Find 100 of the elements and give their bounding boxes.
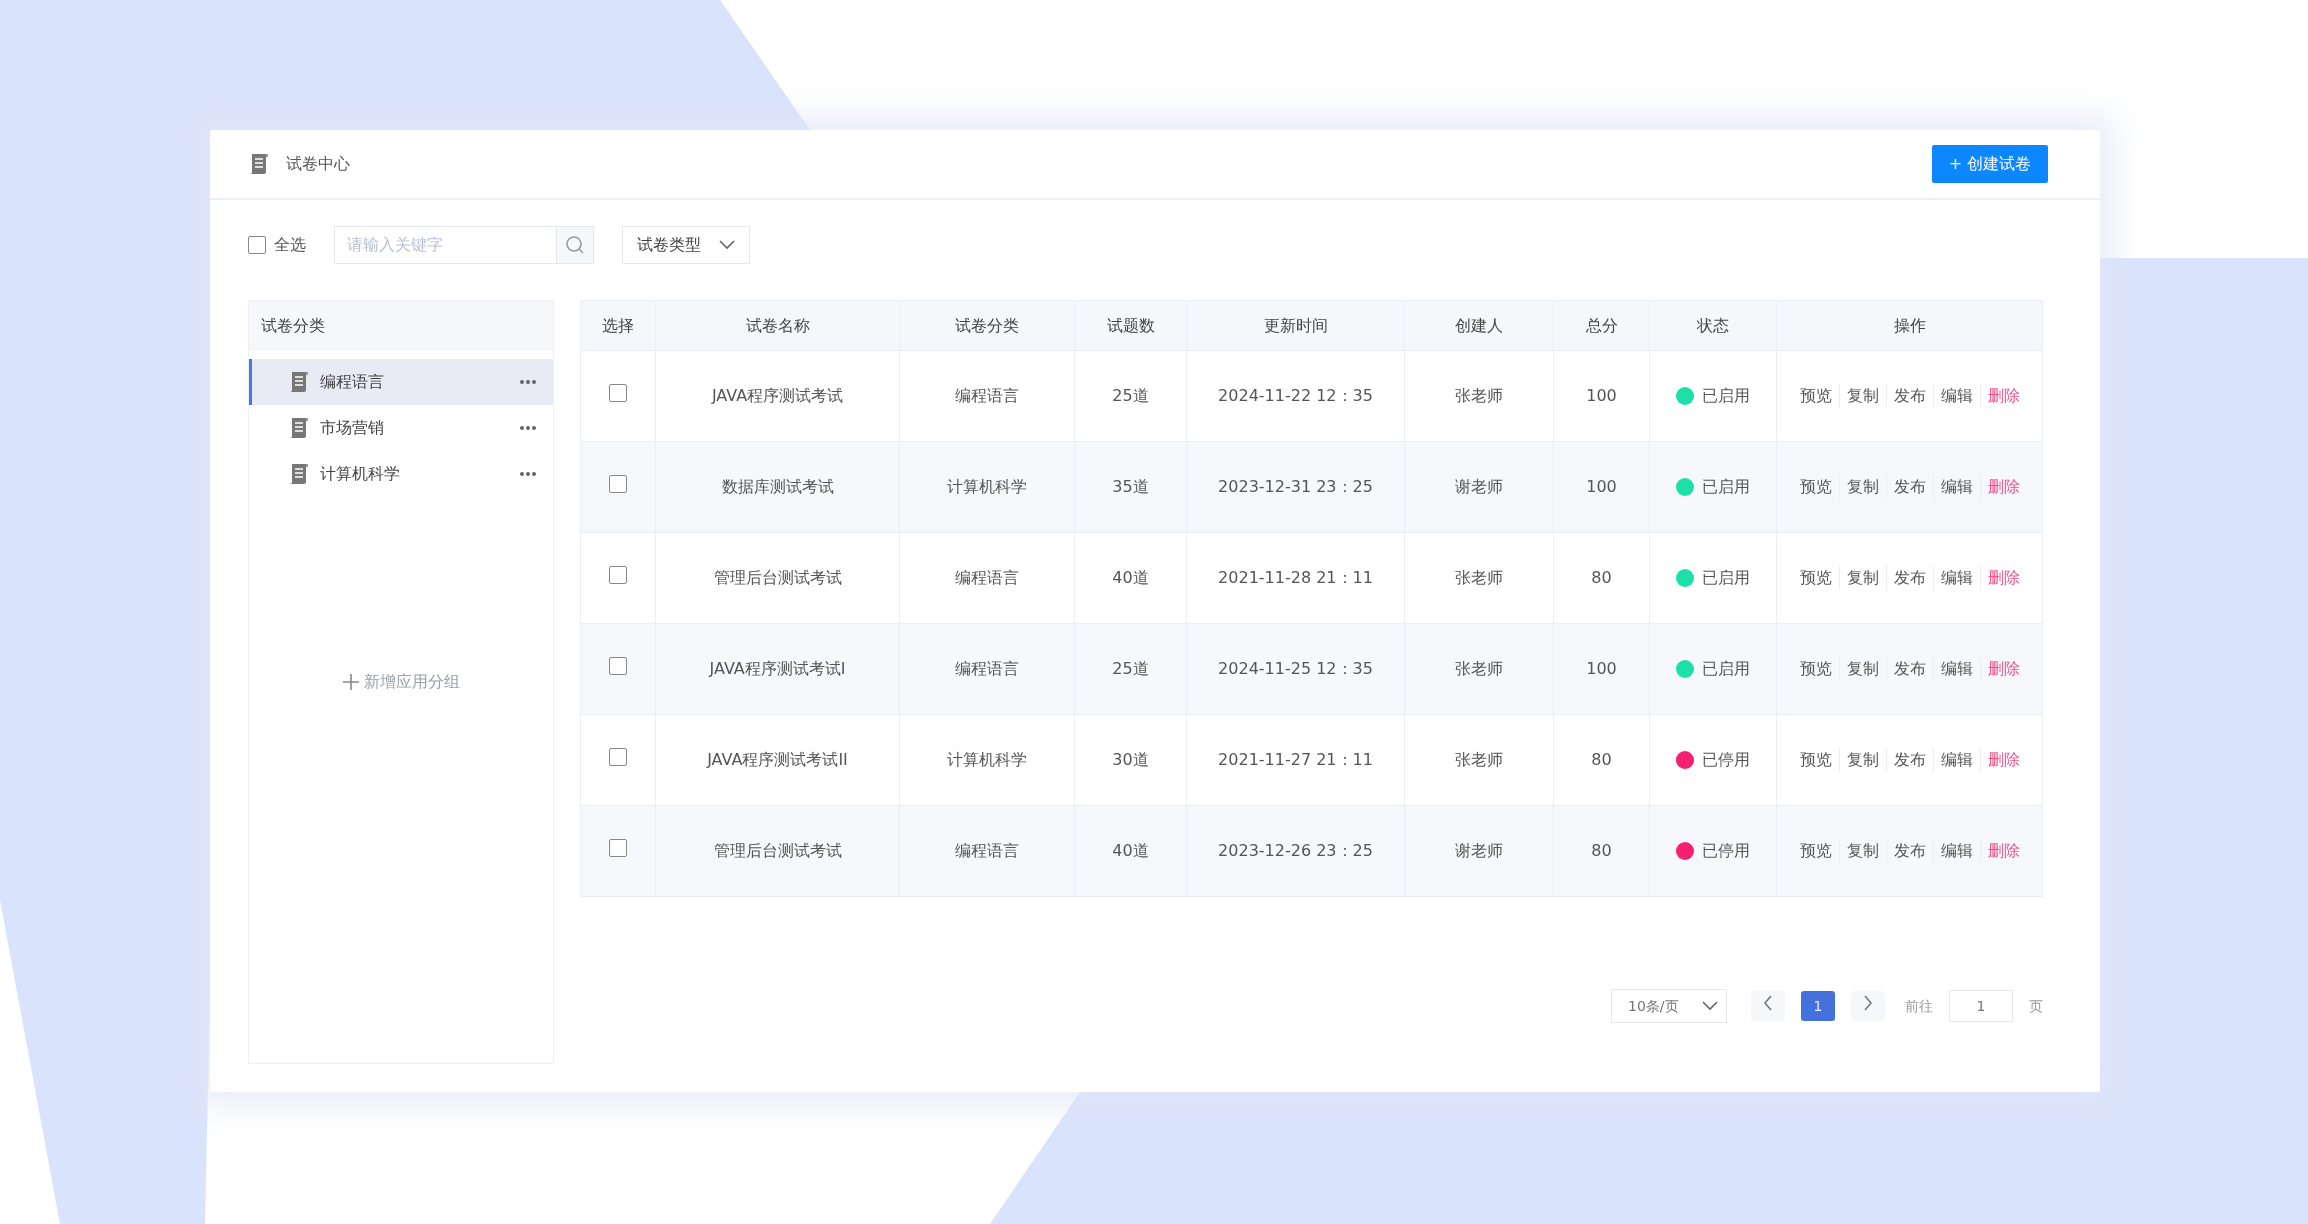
table-cell: JAVA程序测试考试I <box>655 623 900 715</box>
status-label: 已启用 <box>1702 658 1750 680</box>
action-link[interactable]: 预览 <box>1792 657 1840 681</box>
checkbox[interactable] <box>248 236 266 254</box>
previous-page-button[interactable] <box>1751 991 1785 1021</box>
column-header: 操作 <box>1776 300 2043 351</box>
page-number-field[interactable]: 1 <box>1949 990 2013 1022</box>
table-cell: 计算机科学 <box>899 714 1075 806</box>
table-cell: 30道 <box>1074 714 1187 806</box>
delete-link[interactable]: 删除 <box>1980 748 2027 772</box>
row-checkbox[interactable] <box>609 747 627 766</box>
action-link[interactable]: 编辑 <box>1933 839 1981 863</box>
more-icon <box>519 471 537 477</box>
column-header: 更新时间 <box>1186 300 1405 351</box>
table-cell: 管理后台测试考试 <box>655 532 900 624</box>
table-cell: 谢老师 <box>1404 805 1554 897</box>
plus-icon <box>342 673 360 691</box>
document-icon <box>248 152 270 176</box>
next-page-button[interactable] <box>1851 991 1885 1021</box>
table-cell: 25道 <box>1074 623 1187 715</box>
action-link[interactable]: 复制 <box>1839 475 1887 499</box>
action-link[interactable]: 预览 <box>1792 475 1840 499</box>
row-checkbox[interactable] <box>609 838 627 857</box>
action-link[interactable]: 预览 <box>1792 839 1840 863</box>
document-icon <box>288 370 310 394</box>
status-label: 已启用 <box>1702 476 1750 498</box>
table-cell: 35道 <box>1074 441 1187 533</box>
column-header: 试卷分类 <box>899 300 1075 351</box>
status-label: 已启用 <box>1702 567 1750 589</box>
table-cell: 张老师 <box>1404 350 1554 442</box>
table-cell: 2021-11-28 21：11 <box>1186 532 1405 624</box>
table-cell: 40道 <box>1074 532 1187 624</box>
page-size-dropdown[interactable]: 10条/页 <box>1611 989 1727 1023</box>
action-link[interactable]: 复制 <box>1839 566 1887 590</box>
table-cell: 2024-11-25 12：35 <box>1186 623 1405 715</box>
row-checkbox[interactable] <box>609 383 627 402</box>
table-cell: 40道 <box>1074 805 1187 897</box>
table-cell: 25道 <box>1074 350 1187 442</box>
table-cell: 100 <box>1553 623 1650 715</box>
action-link[interactable]: 发布 <box>1886 566 1934 590</box>
table-cell: 张老师 <box>1404 532 1554 624</box>
search-button[interactable] <box>556 226 594 264</box>
action-link[interactable]: 预览 <box>1792 384 1840 408</box>
table-cell: 编程语言 <box>899 623 1075 715</box>
action-link[interactable]: 编辑 <box>1933 475 1981 499</box>
page-button[interactable]: 1 <box>1801 991 1835 1021</box>
action-link[interactable]: 复制 <box>1839 384 1887 408</box>
table-cell: 谢老师 <box>1404 441 1554 533</box>
action-link[interactable]: 发布 <box>1886 839 1934 863</box>
action-link[interactable]: 复制 <box>1839 657 1887 681</box>
page-title: 试卷中心 <box>286 153 350 175</box>
page-suffix: 页 <box>2029 996 2043 1016</box>
table-cell: JAVA程序测试考试II <box>655 714 900 806</box>
action-link[interactable]: 编辑 <box>1933 566 1981 590</box>
sidebar-item[interactable]: 计算机科学 <box>249 451 553 497</box>
create-button[interactable]: + 创建试卷 <box>1932 145 2048 183</box>
action-link[interactable]: 预览 <box>1792 566 1840 590</box>
column-header: 状态 <box>1649 300 1777 351</box>
action-link[interactable]: 发布 <box>1886 384 1934 408</box>
more-icon <box>519 425 537 431</box>
table-cell: 管理后台测试考试 <box>655 805 900 897</box>
chevron-down-icon <box>719 240 735 250</box>
document-icon <box>288 416 310 440</box>
column-header: 选择 <box>580 300 656 351</box>
delete-link[interactable]: 删除 <box>1980 384 2027 408</box>
category-label: 市场营销 <box>320 417 385 439</box>
action-link[interactable]: 发布 <box>1886 475 1934 499</box>
category-label: 编程语言 <box>320 371 385 393</box>
type-dropdown[interactable]: 试卷类型 <box>622 226 750 264</box>
row-checkbox[interactable] <box>609 565 627 584</box>
row-checkbox[interactable] <box>609 656 627 675</box>
action-link[interactable]: 编辑 <box>1933 384 1981 408</box>
delete-link[interactable]: 删除 <box>1980 566 2027 590</box>
sidebar-item[interactable]: 编程语言 <box>249 359 553 405</box>
sidebar-item[interactable]: 市场营销 <box>249 405 553 451</box>
row-checkbox[interactable] <box>609 474 627 493</box>
document-icon <box>288 462 310 486</box>
search-field[interactable]: 请输入关键字 <box>334 226 556 264</box>
action-link[interactable]: 复制 <box>1839 748 1887 772</box>
goto-label: 前往 <box>1905 996 1933 1016</box>
select-all-label: 全选 <box>274 234 306 256</box>
category-label: 计算机科学 <box>320 463 401 485</box>
action-link[interactable]: 复制 <box>1839 839 1887 863</box>
action-link[interactable]: 发布 <box>1886 748 1934 772</box>
table-cell: 计算机科学 <box>899 441 1075 533</box>
action-link[interactable]: 发布 <box>1886 657 1934 681</box>
action-link[interactable]: 编辑 <box>1933 748 1981 772</box>
table-cell: 2023-12-26 23：25 <box>1186 805 1405 897</box>
table-cell: 80 <box>1553 714 1650 806</box>
table-cell: 80 <box>1553 805 1650 897</box>
table-cell: 2021-11-27 21：11 <box>1186 714 1405 806</box>
table-cell: 编程语言 <box>899 805 1075 897</box>
table-cell: 2023-12-31 23：25 <box>1186 441 1405 533</box>
action-link[interactable]: 编辑 <box>1933 657 1981 681</box>
action-link[interactable]: 预览 <box>1792 748 1840 772</box>
table-cell: 100 <box>1553 350 1650 442</box>
status-label: 已停用 <box>1702 749 1750 771</box>
sidebar-title: 试卷分类 <box>249 301 553 351</box>
chevron-left-icon <box>1763 995 1773 1011</box>
table-cell: 2024-11-22 12：35 <box>1186 350 1405 442</box>
